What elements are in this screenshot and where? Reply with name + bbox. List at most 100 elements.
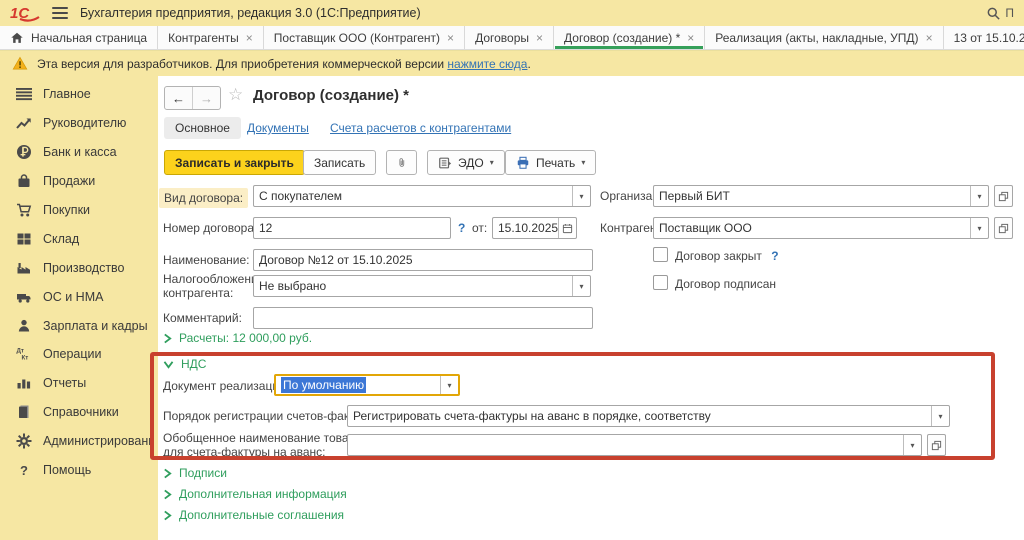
sidebar-item-otchety[interactable]: Отчеты: [0, 369, 157, 398]
chevron-down-icon[interactable]: ▾: [572, 186, 590, 206]
tab-label: Договор (создание) *: [564, 31, 680, 45]
tab-dogovor-sozdanie[interactable]: Договор (создание) * ×: [554, 26, 705, 49]
chevron-down-icon[interactable]: ▾: [572, 276, 590, 296]
print-label: Печать: [536, 156, 575, 170]
person-icon: [16, 318, 32, 334]
number-value: 12: [254, 218, 450, 238]
attachments-button[interactable]: [386, 150, 417, 175]
chevron-down-icon[interactable]: ▾: [970, 218, 988, 238]
sidebar-item-proizvodstvo[interactable]: Производство: [0, 253, 157, 282]
tab-home[interactable]: Начальная страница: [0, 26, 158, 49]
form-tab-osnovnoe[interactable]: Основное: [164, 117, 241, 139]
print-button[interactable]: Печать ▾: [505, 150, 596, 175]
form-tab-scheta-raschetov[interactable]: Счета расчетов с контрагентами: [330, 121, 511, 135]
sidebar-item-os-i-nma[interactable]: ОС и НМА: [0, 282, 157, 311]
sidebar-item-sklad[interactable]: Склад: [0, 224, 157, 253]
tab-label: Поставщик ООО (Контрагент): [274, 31, 440, 45]
calendar-icon[interactable]: [558, 218, 576, 238]
tab-bar: Начальная страница Контрагенты × Поставщ…: [0, 26, 1024, 50]
sidebar-item-zarplata-i-kadry[interactable]: Зарплата и кадры: [0, 311, 157, 340]
tax-value: Не выбрано: [254, 276, 572, 296]
close-icon[interactable]: ×: [926, 32, 933, 44]
checkbox-icon[interactable]: [653, 247, 668, 262]
forward-button[interactable]: →: [192, 87, 220, 109]
sidebar-item-spravochniki[interactable]: Справочники: [0, 398, 157, 427]
number-input[interactable]: 12: [253, 217, 451, 239]
sidebar-item-rukovoditelyu[interactable]: Руководителю: [0, 109, 157, 138]
tab-13-dogovor[interactable]: 13 от 15.10.2025 (Договор) ×: [944, 26, 1024, 49]
back-button[interactable]: ←: [165, 87, 192, 109]
main-menu-icon[interactable]: [52, 7, 68, 19]
counterparty-open-button[interactable]: [994, 217, 1013, 239]
svg-text:Кт: Кт: [22, 355, 29, 362]
global-search[interactable]: П: [986, 6, 1014, 21]
sidebar-item-label: Отчеты: [43, 376, 86, 390]
save-button[interactable]: Записать: [303, 150, 376, 175]
1c-logo-icon: 1С: [10, 4, 40, 22]
sidebar-item-operacii[interactable]: ДтКт Операции: [0, 340, 157, 369]
close-icon[interactable]: ×: [536, 32, 543, 44]
chevron-down-icon[interactable]: ▾: [440, 376, 458, 394]
close-icon[interactable]: ×: [447, 32, 454, 44]
app-window: 1С Бухгалтерия предприятия, редакция 3.0…: [0, 0, 1024, 540]
save-and-close-button[interactable]: Записать и закрыть: [164, 150, 305, 175]
contract-signed-checkbox[interactable]: Договор подписан: [653, 275, 776, 291]
sidebar-item-label: Производство: [43, 261, 125, 275]
close-icon[interactable]: ×: [687, 32, 694, 44]
date-input[interactable]: 15.10.2025: [492, 217, 577, 239]
sidebar-item-prodazhi[interactable]: Продажи: [0, 167, 157, 196]
shopping-cart-icon: [16, 202, 32, 218]
name-input[interactable]: Договор №12 от 15.10.2025: [253, 249, 593, 271]
gear-icon: [16, 433, 32, 449]
number-help-icon[interactable]: ?: [458, 221, 465, 235]
save-and-close-label: Записать и закрыть: [175, 156, 294, 170]
sidebar-item-label: Продажи: [43, 174, 95, 188]
sidebar-item-bank-i-kassa[interactable]: Банк и касса: [0, 138, 157, 167]
book-icon: [16, 404, 32, 420]
name-label: Наименование:: [163, 253, 250, 267]
history-nav: ← →: [164, 86, 221, 110]
number-label: Номер договора:: [163, 221, 257, 235]
tab-postavshchik[interactable]: Поставщик ООО (Контрагент) ×: [264, 26, 465, 49]
kind-select[interactable]: С покупателем ▾: [253, 185, 591, 207]
contract-closed-checkbox[interactable]: Договор закрыт ?: [653, 247, 779, 263]
sidebar-item-glavnoe[interactable]: Главное: [0, 80, 157, 109]
invoice-order-select[interactable]: Регистрировать счета-фактуры на аванс в …: [347, 405, 950, 427]
calculations-section-toggle[interactable]: Расчеты: 12 000,00 руб.: [163, 331, 312, 345]
favorite-star-icon[interactable]: ☆: [228, 85, 243, 105]
form-left-strip: [150, 76, 158, 540]
close-icon[interactable]: ×: [246, 32, 253, 44]
sidebar-item-pokupki[interactable]: Покупки: [0, 196, 157, 225]
counterparty-select[interactable]: Поставщик ООО ▾: [653, 217, 989, 239]
additional-agreements-section-toggle[interactable]: Дополнительные соглашения: [163, 508, 344, 522]
chevron-down-icon[interactable]: ▾: [903, 435, 921, 455]
form-tab-dokumenty[interactable]: Документы: [247, 121, 309, 135]
tab-label: Начальная страница: [31, 31, 147, 45]
contract-closed-help-icon[interactable]: ?: [771, 249, 778, 263]
comment-input[interactable]: [253, 307, 593, 329]
sidebar-item-pomoshch[interactable]: ? Помощь: [0, 456, 157, 485]
sidebar-item-label: ОС и НМА: [43, 290, 103, 304]
tax-select[interactable]: Не выбрано ▾: [253, 275, 591, 297]
checkbox-icon[interactable]: [653, 275, 668, 290]
generic-name-open-button[interactable]: [927, 434, 946, 456]
tab-realizaciya[interactable]: Реализация (акты, накладные, УПД) ×: [705, 26, 943, 49]
kind-value: С покупателем: [254, 186, 572, 206]
warning-link[interactable]: нажмите сюда: [447, 57, 527, 71]
signatures-label: Подписи: [179, 466, 227, 480]
sidebar-item-administrirovanie[interactable]: Администрирование: [0, 427, 157, 456]
organization-select[interactable]: Первый БИТ ▾: [653, 185, 989, 207]
chevron-down-icon[interactable]: ▾: [931, 406, 949, 426]
organization-open-button[interactable]: [994, 185, 1013, 207]
chevron-down-icon[interactable]: ▾: [970, 186, 988, 206]
nds-section-toggle[interactable]: НДС: [163, 357, 206, 371]
edo-button[interactable]: ЭДО ▾: [427, 150, 505, 175]
doc-realization-select[interactable]: По умолчанию ▾: [274, 374, 460, 396]
additional-info-section-toggle[interactable]: Дополнительная информация: [163, 487, 347, 501]
title-bar: 1С Бухгалтерия предприятия, редакция 3.0…: [0, 0, 1024, 26]
signatures-section-toggle[interactable]: Подписи: [163, 466, 227, 480]
additional-agreements-label: Дополнительные соглашения: [179, 508, 344, 522]
generic-name-select[interactable]: ▾: [347, 434, 922, 456]
tab-kontragenty[interactable]: Контрагенты ×: [158, 26, 264, 49]
tab-dogovory[interactable]: Договоры ×: [465, 26, 554, 49]
